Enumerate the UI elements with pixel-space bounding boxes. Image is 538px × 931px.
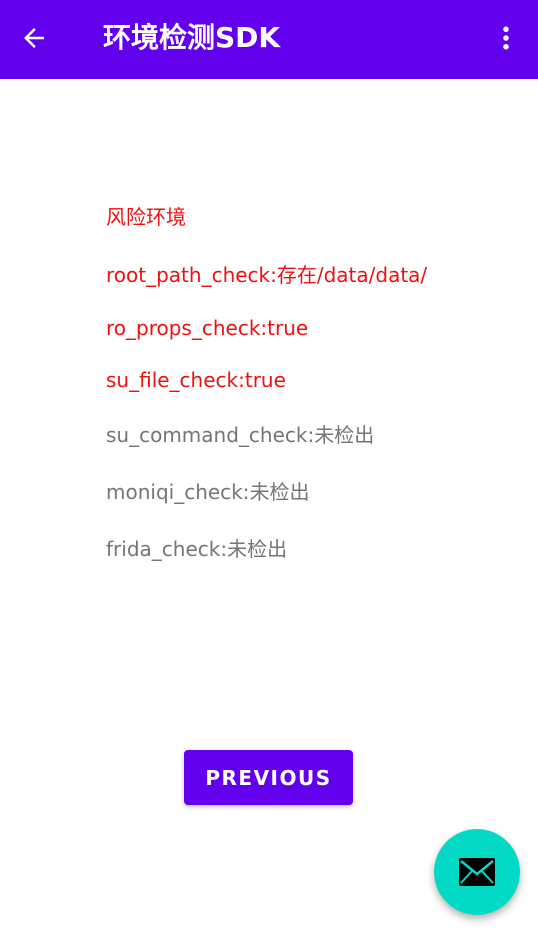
email-icon — [459, 858, 495, 886]
toolbar-title: 环境检测SDK — [103, 21, 281, 54]
app-toolbar: 环境检测SDK — [0, 0, 538, 79]
more-vert-icon — [503, 26, 509, 50]
app-screen: 环境检测SDK 风险环境 root_path_check:存在/data/dat… — [0, 0, 538, 931]
result-root-path-check: root_path_check:存在/data/data/ — [106, 263, 428, 287]
overflow-menu-button[interactable] — [482, 14, 530, 62]
email-fab[interactable] — [434, 829, 520, 915]
risk-heading: 风险环境 — [106, 205, 186, 229]
previous-button[interactable]: PREVIOUS — [184, 750, 353, 805]
back-button[interactable] — [10, 14, 58, 62]
result-su-command-check: su_command_check:未检出 — [106, 423, 375, 447]
arrow-back-icon — [24, 28, 44, 48]
result-frida-check: frida_check:未检出 — [106, 537, 288, 561]
result-moniqi-check: moniqi_check:未检出 — [106, 480, 310, 504]
result-su-file-check: su_file_check:true — [106, 368, 286, 392]
result-ro-props-check: ro_props_check:true — [106, 316, 309, 340]
